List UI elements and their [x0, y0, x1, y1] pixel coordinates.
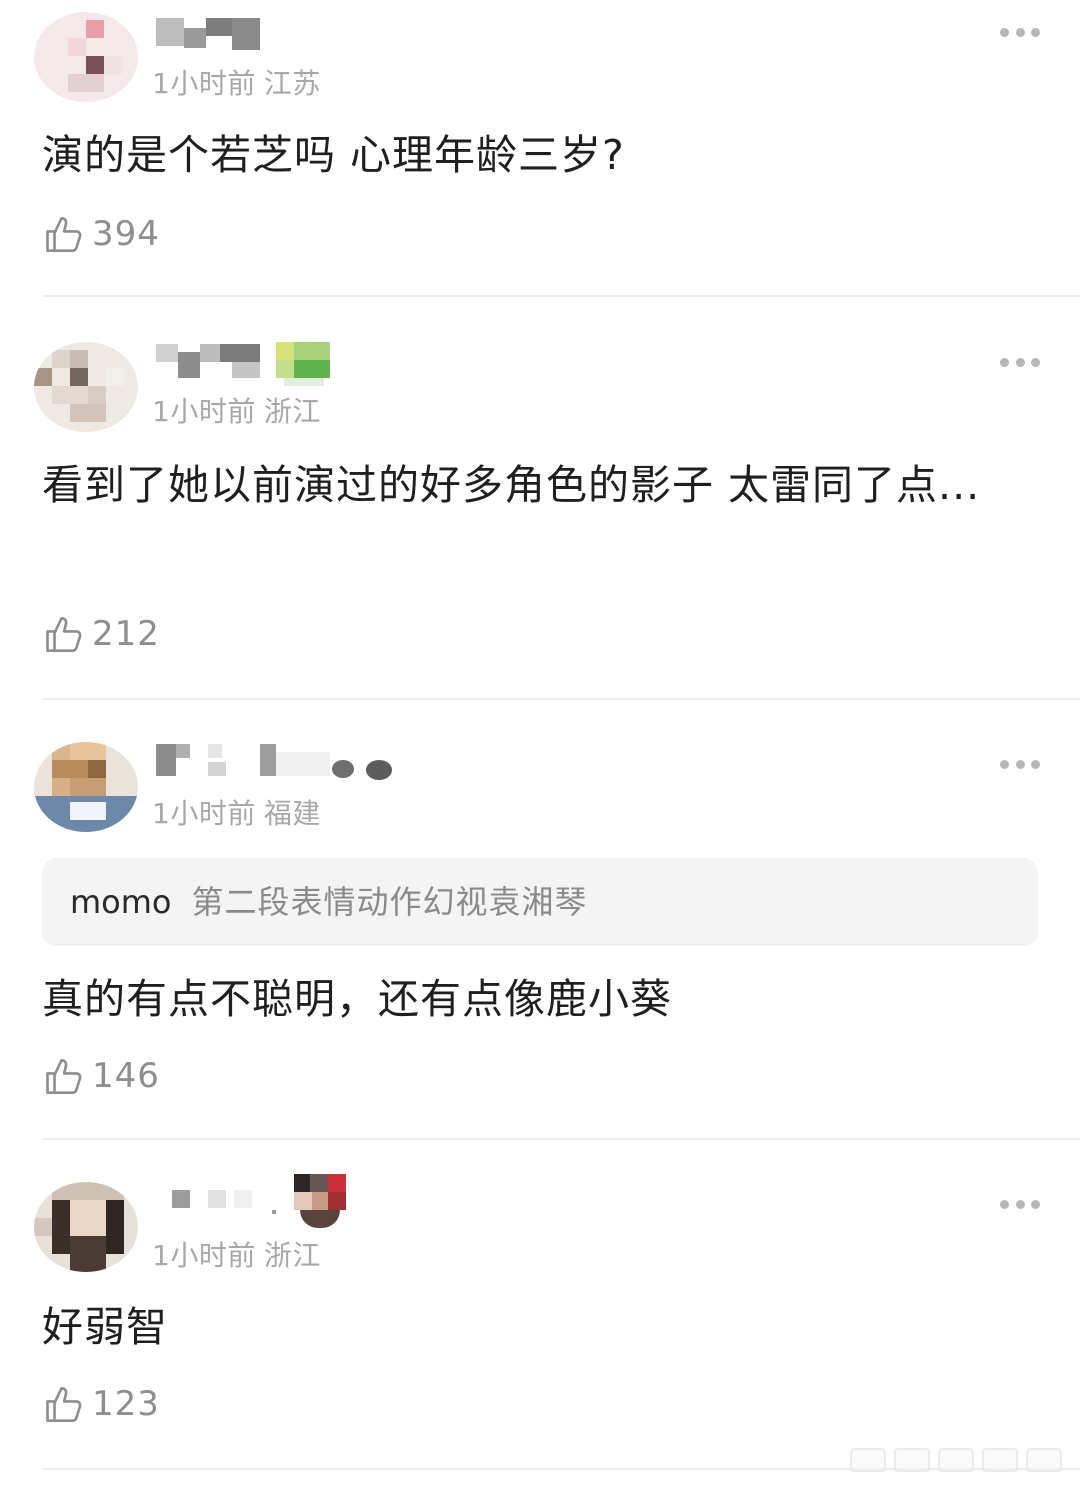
comment-meta: 1小时前 江苏	[152, 62, 321, 102]
comment-region: 浙江	[263, 1239, 321, 1272]
like-button[interactable]: 123	[44, 1382, 160, 1426]
thumbs-up-icon	[46, 1058, 82, 1094]
comment-region: 江苏	[263, 67, 321, 100]
comment-time: 1小时前	[152, 1239, 256, 1272]
quoted-text: 第二段表情动作幻视袁湘琴	[191, 883, 588, 921]
username[interactable]	[172, 1190, 282, 1220]
divider	[42, 295, 1080, 297]
more-horizontal-icon[interactable]	[1000, 356, 1040, 368]
more-horizontal-icon[interactable]	[1000, 758, 1040, 770]
comment-meta: 1小时前 浙江	[152, 390, 321, 430]
user-badge	[294, 1174, 346, 1230]
username[interactable]	[156, 344, 260, 380]
avatar[interactable]	[34, 742, 138, 832]
more-horizontal-icon[interactable]	[1000, 1198, 1040, 1210]
watermark	[850, 1444, 1070, 1476]
comment-region: 浙江	[263, 395, 321, 428]
comment-time: 1小时前	[152, 67, 256, 100]
comment-text: 看到了她以前演过的好多角色的影子 太雷同了点...	[42, 461, 981, 509]
comment-item: 1小时前 福建 momo 第二段表情动作幻视袁湘琴 真的有点不聪明，还有点像鹿小葵 …	[0, 700, 1080, 1140]
like-count: 146	[92, 1056, 160, 1096]
thumbs-up-icon	[46, 616, 82, 652]
comment-region: 福建	[263, 797, 321, 830]
comment-meta: 1小时前 浙江	[152, 1234, 321, 1274]
like-button[interactable]: 212	[44, 612, 160, 656]
comment-time: 1小时前	[152, 395, 256, 428]
comment-meta: 1小时前 福建	[152, 792, 321, 832]
like-count: 123	[92, 1384, 160, 1424]
comment-item: 1小时前 浙江 看到了她以前演过的好多角色的影子 太雷同了点... 212	[0, 298, 1080, 700]
username[interactable]	[156, 18, 260, 50]
comment-text: 演的是个若芝吗 心理年龄三岁?	[42, 131, 625, 179]
like-button[interactable]: 394	[44, 212, 160, 256]
thumbs-up-icon	[46, 216, 82, 252]
avatar[interactable]	[34, 342, 138, 432]
comment-item: 1小时前 浙江 好弱智 123	[0, 1140, 1080, 1485]
comment-time: 1小时前	[152, 797, 256, 830]
avatar[interactable]	[34, 1182, 138, 1272]
comment-text: 真的有点不聪明，还有点像鹿小葵	[42, 975, 672, 1023]
comment-text: 好弱智	[42, 1303, 168, 1351]
more-horizontal-icon[interactable]	[1000, 26, 1040, 38]
thumbs-up-icon	[46, 1386, 82, 1422]
quoted-reply[interactable]: momo 第二段表情动作幻视袁湘琴	[42, 858, 1038, 946]
like-count: 212	[92, 614, 160, 654]
like-count: 394	[92, 214, 160, 254]
comment-item: 1小时前 江苏 演的是个若芝吗 心理年龄三岁? 394	[0, 0, 1080, 298]
username[interactable]	[156, 744, 396, 784]
user-badge	[276, 342, 330, 386]
like-button[interactable]: 146	[44, 1054, 160, 1098]
avatar[interactable]	[34, 12, 138, 102]
quoted-username[interactable]: momo	[70, 883, 172, 921]
